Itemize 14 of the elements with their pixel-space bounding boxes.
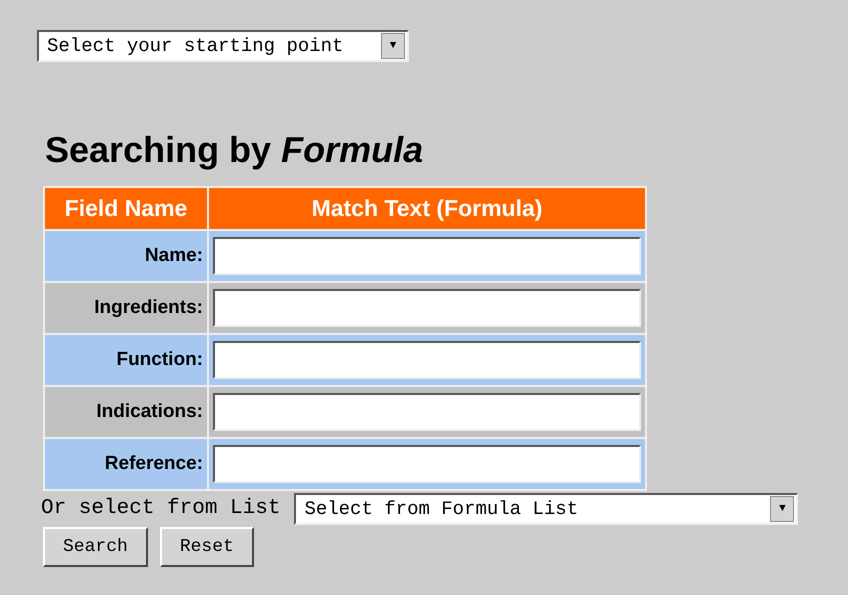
dropdown[interactable]: Select from Formula List ▼ xyxy=(294,493,798,525)
column-header: Field Name xyxy=(44,187,208,230)
form-button[interactable]: Search xyxy=(43,527,148,567)
input-field[interactable] xyxy=(213,445,641,483)
input-field[interactable] xyxy=(213,393,641,431)
dropdown[interactable]: Select your starting point ▼ xyxy=(37,30,409,62)
column-header: Match Text (Formula) xyxy=(208,187,646,230)
page-heading: Searching by Formula xyxy=(45,128,424,172)
input-field[interactable] xyxy=(213,289,641,327)
input-field[interactable] xyxy=(213,237,641,275)
list-label: Or select from List xyxy=(41,496,280,522)
field-label: Reference: xyxy=(44,438,208,490)
input-field[interactable] xyxy=(213,341,641,379)
form-button[interactable]: Reset xyxy=(160,527,254,567)
